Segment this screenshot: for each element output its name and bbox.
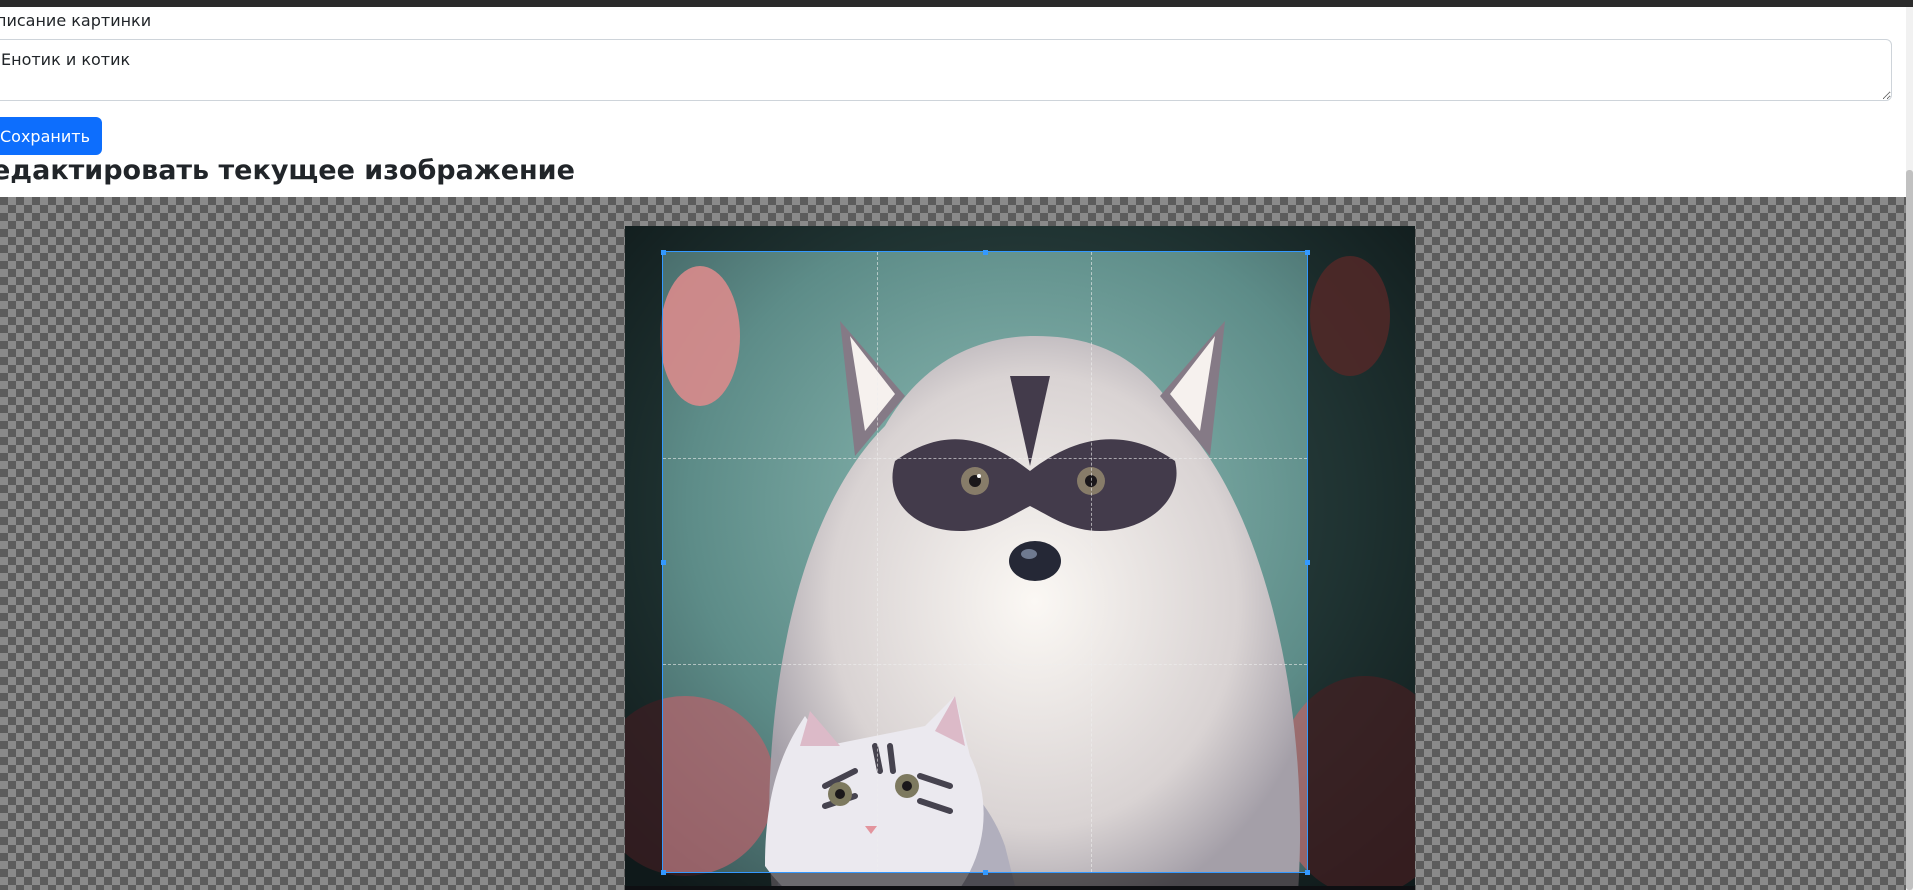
cropper-canvas: [625, 226, 1415, 890]
crop-guide-horizontal-2: [663, 664, 1307, 665]
description-textarea[interactable]: [0, 39, 1892, 101]
browser-top-bar: [0, 0, 1913, 7]
save-button[interactable]: Сохранить: [0, 117, 102, 155]
image-cropper[interactable]: [0, 197, 1906, 890]
crop-handle-e[interactable]: [1305, 560, 1310, 565]
crop-handle-sw[interactable]: [661, 870, 666, 875]
crop-guide-horizontal-1: [663, 458, 1307, 459]
crop-guide-vertical-1: [877, 252, 878, 872]
page-content: писание картинки Сохранить едактировать …: [0, 7, 1906, 890]
crop-guide-vertical-2: [1091, 252, 1092, 872]
crop-handle-s[interactable]: [983, 870, 988, 875]
crop-selection-box[interactable]: [662, 251, 1308, 873]
page-scrollbar-thumb[interactable]: [1906, 170, 1913, 890]
crop-handle-n[interactable]: [983, 250, 988, 255]
crop-preview: [663, 252, 1307, 872]
edit-image-heading: едактировать текущее изображение: [0, 155, 575, 186]
crop-handle-se[interactable]: [1305, 870, 1310, 875]
description-label: писание картинки: [0, 11, 152, 30]
crop-handle-w[interactable]: [661, 560, 666, 565]
crop-handle-nw[interactable]: [661, 250, 666, 255]
crop-handle-ne[interactable]: [1305, 250, 1310, 255]
